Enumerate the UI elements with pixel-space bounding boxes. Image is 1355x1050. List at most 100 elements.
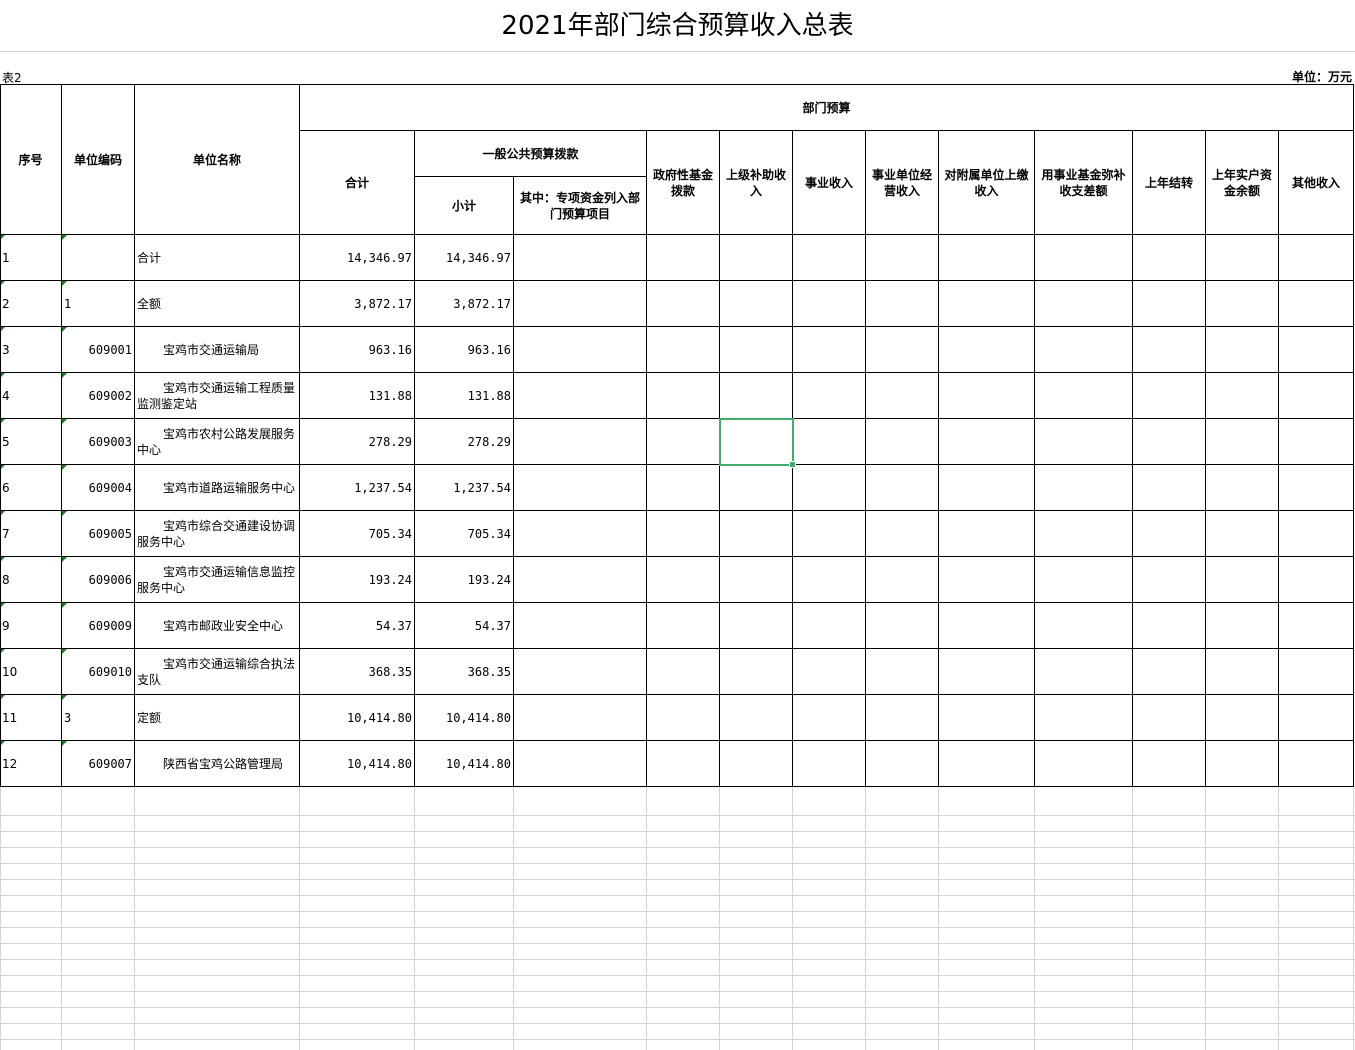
- cell-code[interactable]: 609009: [62, 603, 134, 649]
- cell-seq[interactable]: 4: [0, 373, 61, 419]
- cell-seq[interactable]: 1: [0, 235, 61, 281]
- cell-seq[interactable]: 12: [0, 741, 61, 787]
- header-carryover[interactable]: 上年结转: [1133, 131, 1205, 235]
- gridline: [865, 787, 866, 1050]
- cell-total[interactable]: 10,414.80: [300, 695, 414, 741]
- gridline: [513, 787, 514, 1050]
- cell-marker-icon: [62, 603, 67, 608]
- cell-total[interactable]: 368.35: [300, 649, 414, 695]
- cell-seq[interactable]: 9: [0, 603, 61, 649]
- cell-code[interactable]: 609003: [62, 419, 134, 465]
- cell-code[interactable]: 609004: [62, 465, 134, 511]
- header-general-public[interactable]: 一般公共预算拨款: [415, 131, 646, 176]
- cell-total[interactable]: 54.37: [300, 603, 414, 649]
- table-border: [513, 176, 514, 787]
- header-special-funds[interactable]: 其中：专项资金列入部门预算项目: [514, 177, 646, 235]
- cell-marker-icon: [62, 557, 67, 562]
- cell-subtotal[interactable]: 705.34: [415, 511, 513, 557]
- cell-seq[interactable]: 8: [0, 557, 61, 603]
- gridline: [646, 787, 647, 1050]
- header-fund-balance[interactable]: 用事业基金弥补收支差额: [1035, 131, 1132, 235]
- cell-total[interactable]: 705.34: [300, 511, 414, 557]
- cell-code[interactable]: 609005: [62, 511, 134, 557]
- fill-handle[interactable]: [789, 461, 796, 468]
- cell-name[interactable]: 全额: [135, 281, 299, 327]
- cell-name[interactable]: 定额: [135, 695, 299, 741]
- cell-subtotal[interactable]: 193.24: [415, 557, 513, 603]
- cell-seq[interactable]: 3: [0, 327, 61, 373]
- cell-name[interactable]: 宝鸡市交通运输综合执法支队: [135, 649, 299, 695]
- header-prior-balance[interactable]: 上年实户资金余额: [1206, 131, 1278, 235]
- header-total[interactable]: 合计: [300, 131, 414, 235]
- cell-name-text: 宝鸡市交通运输信息监控服务中心: [137, 565, 296, 595]
- cell-subtotal[interactable]: 278.29: [415, 419, 513, 465]
- cell-code[interactable]: 609006: [62, 557, 134, 603]
- selected-cell[interactable]: [719, 418, 796, 468]
- header-business-income[interactable]: 事业收入: [793, 131, 865, 235]
- cell-marker-icon: [62, 695, 67, 700]
- header-seq[interactable]: 序号: [0, 85, 61, 235]
- header-code[interactable]: 单位编码: [62, 85, 134, 235]
- cell-seq[interactable]: 7: [0, 511, 61, 557]
- cell-name[interactable]: 宝鸡市邮政业安全中心: [135, 603, 299, 649]
- cell-total[interactable]: 131.88: [300, 373, 414, 419]
- cell-name[interactable]: 宝鸡市农村公路发展服务中心: [135, 419, 299, 465]
- cell-total[interactable]: 1,237.54: [300, 465, 414, 511]
- cell-seq[interactable]: 2: [0, 281, 61, 327]
- cell-subtotal[interactable]: 131.88: [415, 373, 513, 419]
- cell-code[interactable]: 609010: [62, 649, 134, 695]
- cell-marker-icon: [62, 327, 67, 332]
- cell-code[interactable]: 1: [62, 281, 134, 327]
- cell-subtotal[interactable]: 10,414.80: [415, 695, 513, 741]
- cell-total[interactable]: 963.16: [300, 327, 414, 373]
- gridline: [938, 787, 939, 1050]
- cell-subtotal[interactable]: 368.35: [415, 649, 513, 695]
- cell-seq[interactable]: 5: [0, 419, 61, 465]
- table-border: [0, 602, 1353, 603]
- cell-seq[interactable]: 11: [0, 695, 61, 741]
- cell-code[interactable]: 609001: [62, 327, 134, 373]
- header-operating-income[interactable]: 事业单位经营收入: [866, 131, 938, 235]
- header-dept-budget[interactable]: 部门预算: [300, 85, 1353, 130]
- table-border: [414, 130, 415, 787]
- cell-total[interactable]: 14,346.97: [300, 235, 414, 281]
- header-gov-fund[interactable]: 政府性基金拨款: [647, 131, 719, 235]
- cell-marker-icon: [62, 649, 67, 654]
- cell-total[interactable]: 3,872.17: [300, 281, 414, 327]
- table-border: [0, 326, 1353, 327]
- cell-code[interactable]: 609007: [62, 741, 134, 787]
- cell-subtotal[interactable]: 14,346.97: [415, 235, 513, 281]
- cell-name-text: 宝鸡市交通运输工程质量监测鉴定站: [137, 381, 296, 411]
- gridline: [1132, 787, 1133, 1050]
- cell-code[interactable]: [62, 235, 134, 281]
- cell-name-text: 宝鸡市交通运输局: [163, 343, 260, 357]
- cell-name[interactable]: 宝鸡市道路运输服务中心: [135, 465, 299, 511]
- header-other-income[interactable]: 其他收入: [1279, 131, 1353, 235]
- cell-name[interactable]: 宝鸡市交通运输工程质量监测鉴定站: [135, 373, 299, 419]
- cell-subtotal[interactable]: 963.16: [415, 327, 513, 373]
- cell-seq[interactable]: 6: [0, 465, 61, 511]
- cell-code[interactable]: 3: [62, 695, 134, 741]
- cell-total[interactable]: 278.29: [300, 419, 414, 465]
- table-border: [0, 234, 1353, 235]
- cell-subtotal[interactable]: 1,237.54: [415, 465, 513, 511]
- cell-code[interactable]: 609002: [62, 373, 134, 419]
- header-affiliated-income[interactable]: 对附属单位上缴收入: [939, 131, 1034, 235]
- header-name[interactable]: 单位名称: [135, 85, 299, 235]
- header-superior-subsidy[interactable]: 上级补助收入: [720, 131, 792, 235]
- header-subtotal[interactable]: 小计: [415, 177, 513, 235]
- cell-total[interactable]: 193.24: [300, 557, 414, 603]
- cell-name[interactable]: 宝鸡市交通运输信息监控服务中心: [135, 557, 299, 603]
- cell-name[interactable]: 宝鸡市综合交通建设协调服务中心: [135, 511, 299, 557]
- cell-name[interactable]: 陕西省宝鸡公路管理局: [135, 741, 299, 787]
- cell-subtotal[interactable]: 3,872.17: [415, 281, 513, 327]
- cell-total[interactable]: 10,414.80: [300, 741, 414, 787]
- cell-name[interactable]: 合计: [135, 235, 299, 281]
- gridline: [1205, 787, 1206, 1050]
- page-title: 2021年部门综合预算收入总表: [501, 11, 854, 41]
- cell-subtotal[interactable]: 54.37: [415, 603, 513, 649]
- cell-name[interactable]: 宝鸡市交通运输局: [135, 327, 299, 373]
- cell-subtotal[interactable]: 10,414.80: [415, 741, 513, 787]
- gridline: [134, 787, 135, 1050]
- cell-seq[interactable]: 10: [0, 649, 61, 695]
